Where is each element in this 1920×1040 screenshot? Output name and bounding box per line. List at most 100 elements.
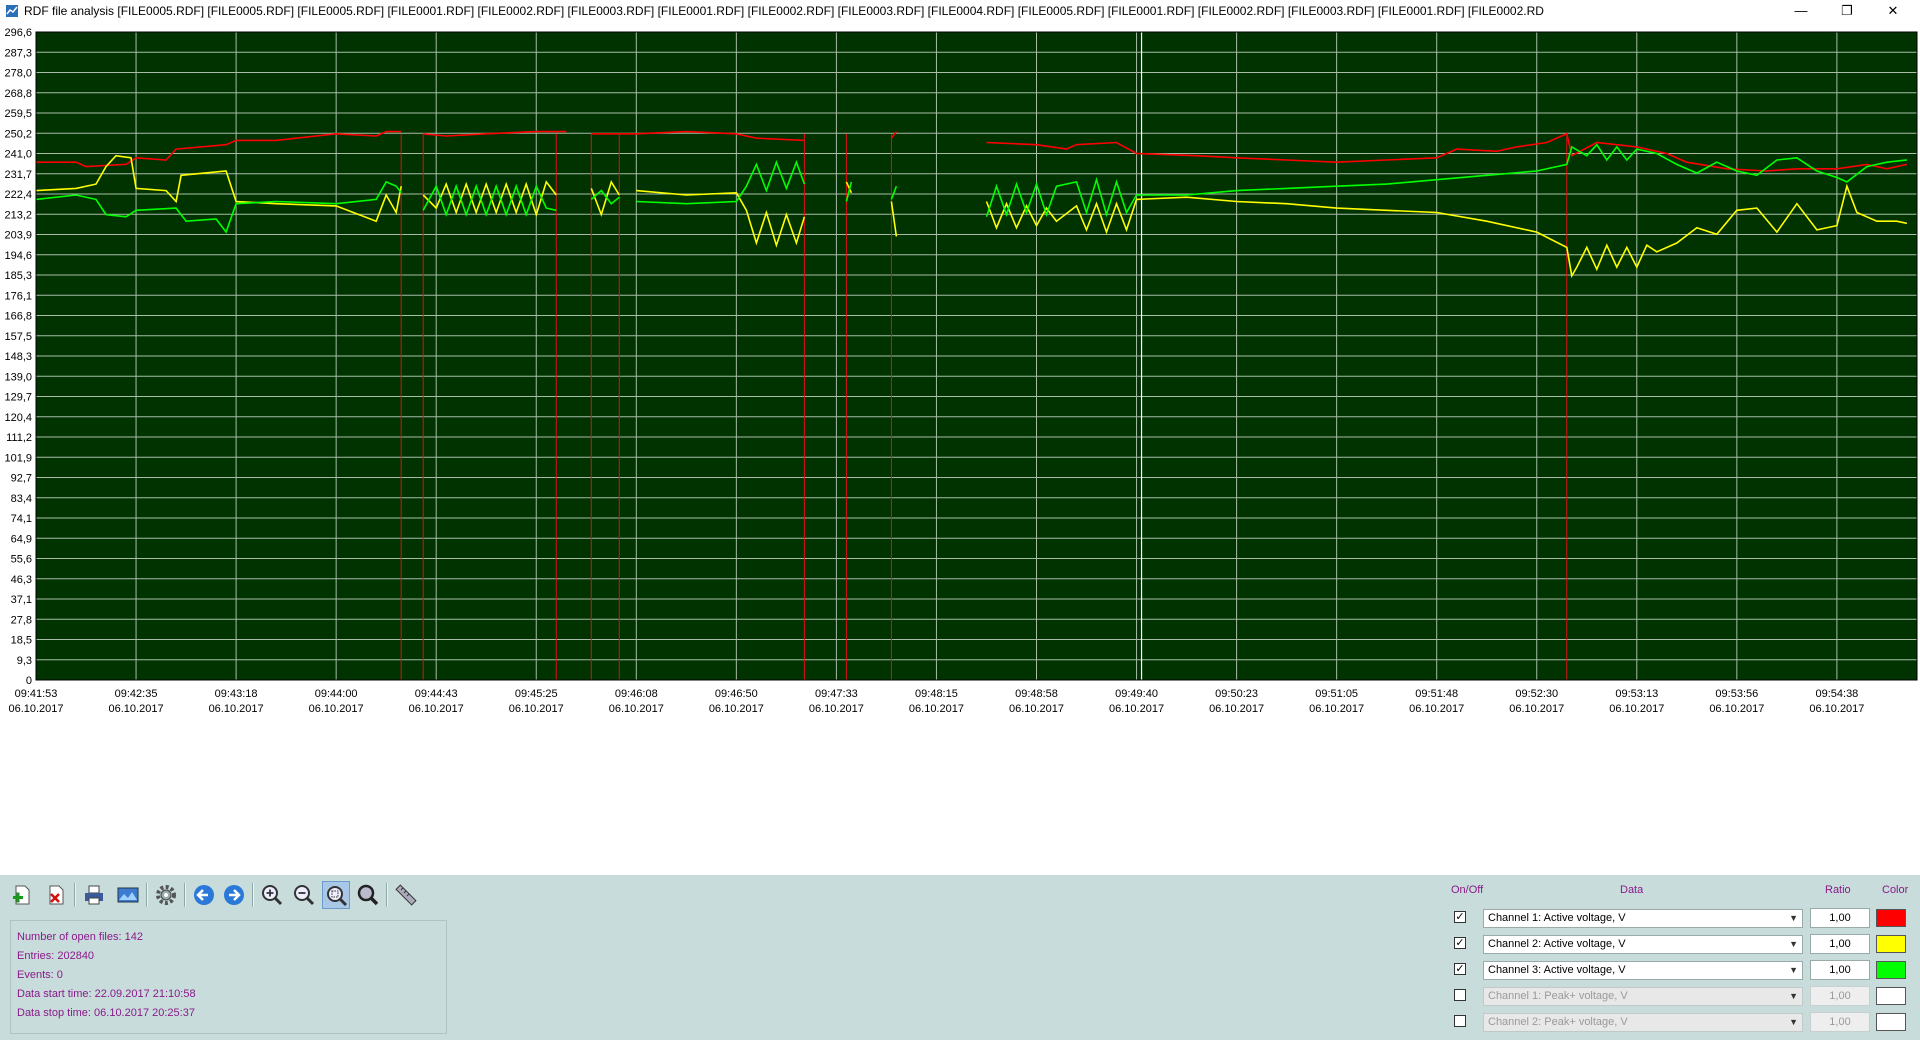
y-tick-label: 250,2 [4,128,32,140]
measure-button[interactable] [392,881,420,909]
y-tick-label: 74,1 [11,513,32,525]
y-tick-label: 213,2 [4,209,32,221]
y-tick-label: 27,8 [11,614,32,626]
channel-checkbox[interactable]: ✓ [1454,937,1466,949]
channel-color-swatch[interactable] [1876,961,1906,979]
channel-data-label: Channel 1: Active voltage, V [1488,912,1626,924]
window-title: RDF file analysis [FILE0005.RDF] [FILE00… [24,4,1544,18]
x-tick-date: 06.10.2017 [1109,703,1164,715]
x-tick-date: 06.10.2017 [1409,703,1464,715]
x-tick-time: 09:44:00 [315,688,358,700]
export-button[interactable] [114,881,142,909]
toolbar-separator [146,883,148,907]
channel-data-label: Channel 2: Peak+ voltage, V [1488,1016,1628,1028]
y-tick-label: 139,0 [4,371,32,383]
back-button[interactable] [190,881,218,909]
delete-file-button[interactable] [42,881,70,909]
restore-button[interactable]: ❐ [1824,0,1870,22]
x-tick-time: 09:49:40 [1115,688,1158,700]
channel-data-select[interactable]: Channel 1: Peak+ voltage, V ▼ [1483,987,1803,1006]
channel-ratio-input[interactable]: 1,00 [1810,908,1870,928]
x-tick-time: 09:45:25 [515,688,558,700]
x-tick-date: 06.10.2017 [1709,703,1764,715]
add-file-button[interactable] [8,881,36,909]
y-tick-label: 120,4 [4,412,32,424]
x-tick-date: 06.10.2017 [8,703,63,715]
voltage-chart[interactable]: 296,6 287,3 278,0 268,8 259,5 250,2 241,0 231,7… [0,22,1920,875]
channel-ratio-input[interactable]: 1,00 [1810,1012,1870,1032]
channel-row: Channel 1: Peak+ voltage, V ▼ 1,00 [1440,985,1920,1007]
x-tick-date: 06.10.2017 [1009,703,1064,715]
channel-checkbox[interactable]: ✓ [1454,963,1466,975]
channel-checkbox[interactable] [1454,1015,1466,1027]
x-tick-time: 09:52:30 [1515,688,1558,700]
x-tick-date: 06.10.2017 [1809,703,1864,715]
close-button[interactable]: ✕ [1870,0,1916,22]
zoom-out-button[interactable] [290,881,318,909]
settings-button[interactable] [152,881,180,909]
y-tick-label: 101,9 [4,452,32,464]
chart-area[interactable]: 296,6 287,3 278,0 268,8 259,5 250,2 241,0 231,7… [0,22,1920,875]
y-tick-label: 287,3 [4,47,32,59]
x-tick-date: 06.10.2017 [1609,703,1664,715]
printer-icon [85,885,103,905]
file-info-box: Number of open files: 142 Entries: 20284… [10,920,447,1034]
channel-color-swatch[interactable] [1876,909,1906,927]
toolbar-separator [386,883,388,907]
y-tick-label: 268,8 [4,88,32,100]
data-stop-time: Data stop time: 06.10.2017 20:25:37 [17,1007,195,1019]
channel-color-swatch[interactable] [1876,1013,1906,1031]
x-tick-date: 06.10.2017 [709,703,764,715]
print-button[interactable] [80,881,108,909]
x-tick-time: 09:48:15 [915,688,958,700]
channel-row: ✓ Channel 3: Active voltage, V ▼ 1,00 [1440,959,1920,981]
channel-data-select[interactable]: Channel 2: Active voltage, V ▼ [1483,935,1803,954]
zoom-fit-button[interactable] [354,881,382,909]
channel-checkbox[interactable]: ✓ [1454,911,1466,923]
channel-data-select[interactable]: Channel 1: Active voltage, V ▼ [1483,909,1803,928]
channel-ratio-input[interactable]: 1,00 [1810,986,1870,1006]
channel-panel: On/Off Data Ratio Color ✓ Channel 1: Acti… [1440,875,1920,1040]
x-tick-date: 06.10.2017 [1209,703,1264,715]
minimize-button[interactable]: — [1778,0,1824,22]
x-tick-time: 09:46:50 [715,688,758,700]
y-tick-label: 37,1 [11,594,32,606]
channel-data-select[interactable]: Channel 2: Peak+ voltage, V ▼ [1483,1013,1803,1032]
x-tick-time: 09:41:53 [15,688,58,700]
y-tick-label: 231,7 [4,169,32,181]
x-tick-date: 06.10.2017 [309,703,364,715]
x-tick-date: 06.10.2017 [809,703,864,715]
y-tick-label: 157,5 [4,331,32,343]
channel-row: ✓ Channel 1: Active voltage, V ▼ 1,00 [1440,907,1920,929]
channel-data-label: Channel 3: Active voltage, V [1488,964,1626,976]
open-files-count: Number of open files: 142 [17,931,143,943]
zoom-in-button[interactable] [258,881,286,909]
x-tick-date: 06.10.2017 [509,703,564,715]
x-tick-date: 06.10.2017 [1509,703,1564,715]
zoom-area-button[interactable] [322,881,350,909]
channel-data-select[interactable]: Channel 3: Active voltage, V ▼ [1483,961,1803,980]
y-tick-label: 129,7 [4,392,32,404]
zoom-fit-icon [357,884,379,906]
zoom-area-icon [327,886,348,907]
y-tick-label: 111,2 [6,432,32,444]
x-tick-time: 09:53:13 [1615,688,1658,700]
channel-ratio-input[interactable]: 1,00 [1810,960,1870,980]
forward-button[interactable] [220,881,248,909]
chevron-down-icon: ▼ [1789,939,1798,949]
channel-checkbox[interactable] [1454,989,1466,1001]
image-export-icon [117,887,139,903]
y-tick-label: 166,8 [4,311,32,323]
channel-color-swatch[interactable] [1876,935,1906,953]
y-tick-label: 148,3 [4,351,32,363]
channel-ratio-input[interactable]: 1,00 [1810,934,1870,954]
chevron-down-icon: ▼ [1789,991,1798,1001]
channel-color-swatch[interactable] [1876,987,1906,1005]
x-tick-time: 09:44:43 [415,688,458,700]
title-bar: RDF file analysis [FILE0005.RDF] [FILE00… [0,0,1920,23]
add-file-icon [13,885,30,905]
x-tick-time: 09:48:58 [1015,688,1058,700]
x-tick-time: 09:46:08 [615,688,658,700]
arrow-left-icon [194,885,214,905]
x-tick-date: 06.10.2017 [409,703,464,715]
